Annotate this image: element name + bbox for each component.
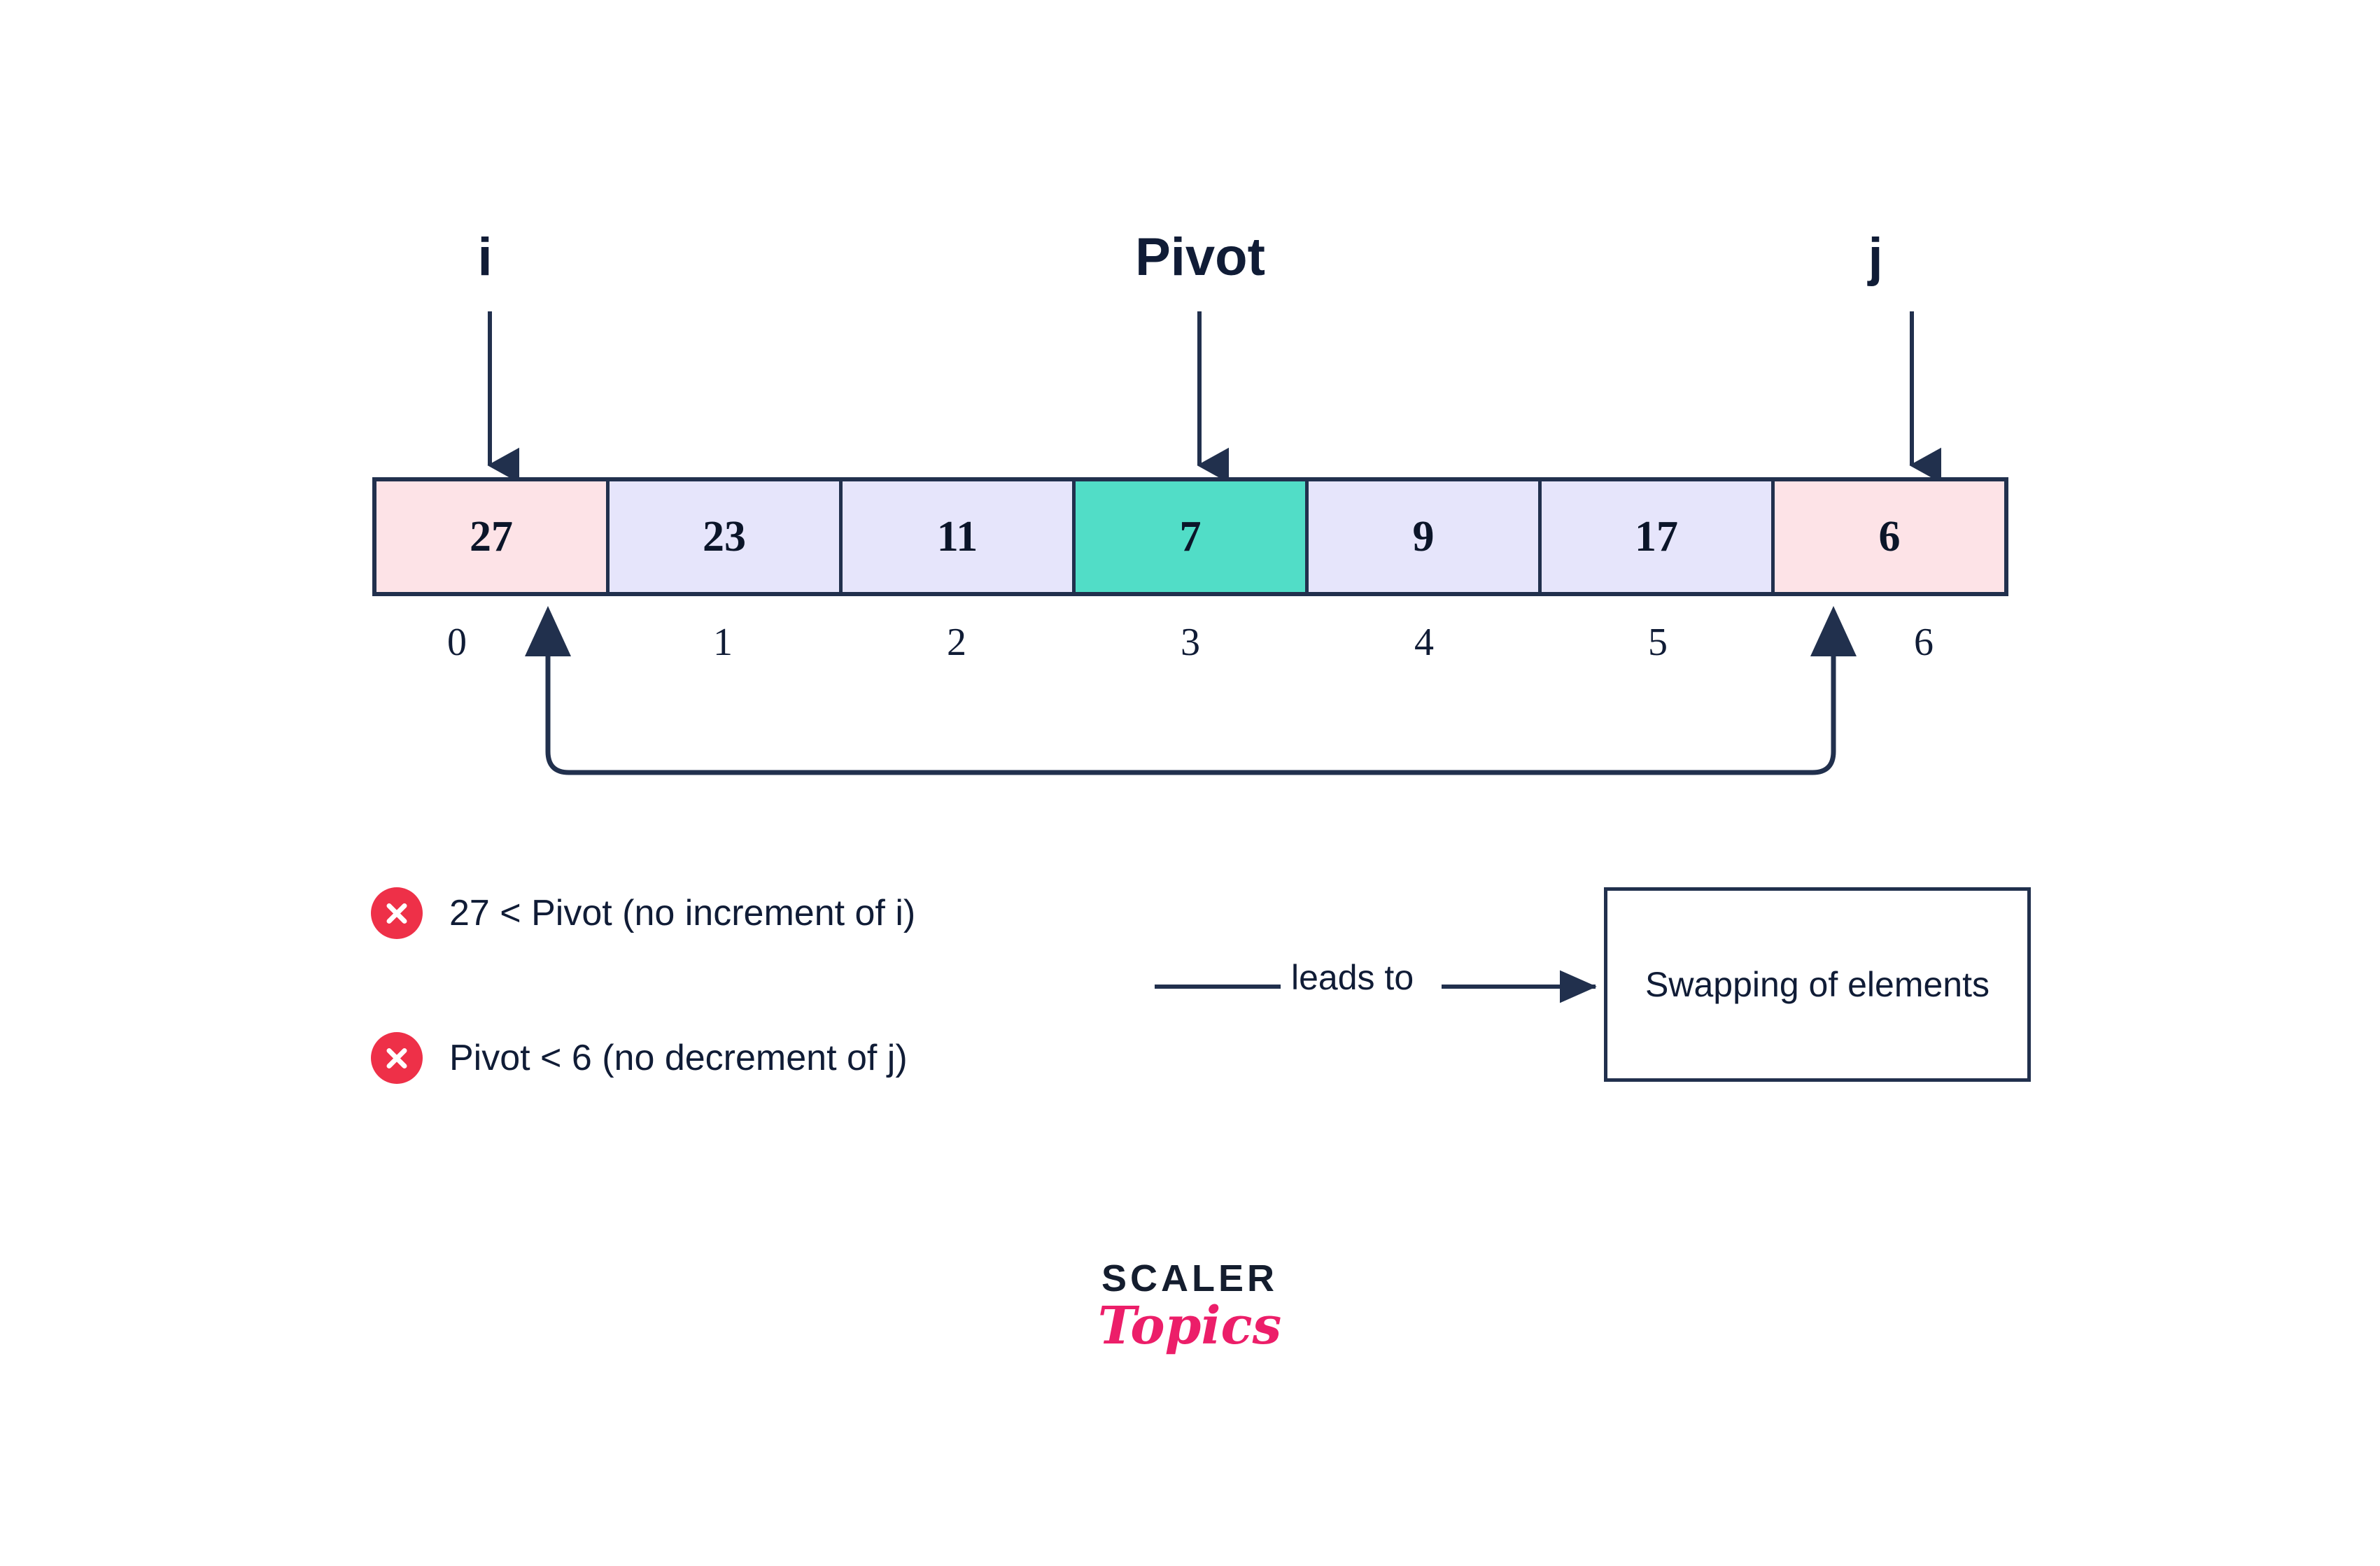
array-cell-5[interactable]: 17	[1542, 481, 1775, 592]
condition-statement-2: Pivot < 6 (no decrement of j)	[371, 1032, 908, 1084]
scaler-topics-logo: SCALER Topics	[1071, 1260, 1309, 1352]
array-cell-0[interactable]: 27	[376, 481, 610, 592]
array-index-5: 5	[1648, 621, 1668, 664]
diagram-canvas: i Pivot j 27 23 11 7 9 17 6 0 1 2 3 4 5 …	[0, 0, 2380, 1566]
result-box-swapping-of-elements: Swapping of elements	[1604, 887, 2031, 1082]
array-cell-value: 23	[703, 512, 746, 560]
array-cell-value: 7	[1179, 512, 1202, 560]
condition-statement-1: 27 < Pivot (no increment of i)	[371, 887, 915, 939]
array-cell-6[interactable]: 6	[1775, 481, 2004, 592]
array-index-0: 0	[447, 621, 467, 664]
pointer-label-j: j	[1868, 227, 1883, 287]
array-cell-1[interactable]: 23	[610, 481, 843, 592]
condition-statement-2-text: Pivot < 6 (no decrement of j)	[449, 1038, 908, 1078]
cross-circle-icon	[371, 887, 423, 939]
pointer-label-pivot: Pivot	[1135, 227, 1265, 287]
array-cell-value: 17	[1635, 512, 1678, 560]
array-index-row: 0 1 2 3 4 5 6	[372, 623, 2008, 672]
pointer-label-i: i	[477, 227, 493, 287]
array-cell-3-pivot[interactable]: 7	[1076, 481, 1309, 592]
logo-secondary-text: Topics	[1097, 1296, 1282, 1356]
array-cell-4[interactable]: 9	[1309, 481, 1542, 592]
array-cell-value: 27	[470, 512, 513, 560]
array-cell-value: 9	[1412, 512, 1435, 560]
array-index-1: 1	[713, 621, 733, 664]
leads-to-label: leads to	[1291, 958, 1414, 997]
array-cell-value: 11	[936, 512, 978, 560]
array-index-3: 3	[1181, 621, 1200, 664]
array-cell-value: 6	[1878, 512, 1901, 560]
cross-circle-icon	[371, 1032, 423, 1084]
array-container: 27 23 11 7 9 17 6	[372, 477, 2008, 596]
logo-primary-text: SCALER	[1101, 1257, 1278, 1299]
array-index-2: 2	[947, 621, 966, 664]
array-index-6: 6	[1914, 621, 1934, 664]
array-index-4: 4	[1414, 621, 1434, 664]
condition-statement-1-text: 27 < Pivot (no increment of i)	[449, 893, 916, 933]
array-cell-2[interactable]: 11	[843, 481, 1076, 592]
